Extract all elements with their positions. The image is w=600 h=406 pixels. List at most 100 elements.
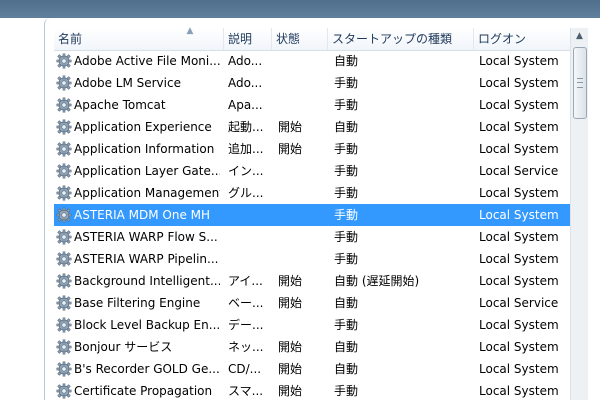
scrollbar-thumb[interactable] xyxy=(573,47,587,119)
service-startup-type: 自動 xyxy=(334,362,359,376)
service-startup-type: 手動 xyxy=(334,164,359,178)
service-status xyxy=(278,160,328,182)
service-description: Ado... xyxy=(228,76,263,90)
service-startup-type: 手動 xyxy=(334,384,359,398)
service-logon: Local System xyxy=(479,230,559,244)
service-row[interactable]: ASTERIA MDM One MH 手動 Local System xyxy=(54,204,570,226)
service-name: ASTERIA MDM One MH xyxy=(74,208,211,222)
service-row[interactable]: Application Experience 起動... 開始 自動 Local Sys… xyxy=(54,116,570,138)
service-logon: Local System xyxy=(479,340,559,354)
service-status: 開始 xyxy=(278,296,303,310)
gear-icon xyxy=(56,207,72,223)
service-row[interactable]: Block Level Backup En... デー... 手動 Local Sys… xyxy=(54,314,570,336)
service-logon: Local System xyxy=(479,208,559,222)
service-logon: Local System xyxy=(479,274,559,288)
gear-icon xyxy=(56,119,72,135)
service-name: Adobe Active File Moni... xyxy=(74,54,220,68)
gear-icon xyxy=(56,251,72,267)
service-logon: Local System xyxy=(479,384,559,398)
service-description: 起動... xyxy=(228,120,264,134)
service-status xyxy=(278,204,328,226)
service-startup-type: 手動 xyxy=(334,318,359,332)
service-name: Certificate Propagation xyxy=(74,384,213,398)
gear-icon xyxy=(56,317,72,333)
service-status xyxy=(278,248,328,270)
service-row[interactable]: B's Recorder GOLD Ge... CD/... 開始 自動 Local S… xyxy=(54,358,570,380)
service-row[interactable]: Bonjour サービス ネッ... 開始 自動 Local System xyxy=(54,336,570,358)
service-name: Background Intelligent... xyxy=(74,274,220,288)
service-row[interactable]: Application Layer Gate... イン... 手動 Local Se… xyxy=(54,160,570,182)
service-logon: Local System xyxy=(479,142,559,156)
service-name: Application Management xyxy=(74,186,220,200)
service-row[interactable]: Application Information 追加... 開始 手動 Local Sy… xyxy=(54,138,570,160)
column-header-name[interactable]: 名前 xyxy=(54,28,224,50)
service-row[interactable]: Certificate Propagation スマ... 開始 手動 Local Sy… xyxy=(54,380,570,402)
sort-ascending-icon: ▲ xyxy=(186,26,194,36)
service-row[interactable]: Base Filtering Engine ベー... 開始 自動 Local Serv… xyxy=(54,292,570,314)
service-logon: Local System xyxy=(479,98,559,112)
service-row[interactable]: Adobe Active File Moni... Ado... 自動 Local S… xyxy=(54,50,570,72)
service-description: Apa... xyxy=(228,98,263,112)
service-logon: Local System xyxy=(479,54,559,68)
gear-icon xyxy=(56,141,72,157)
service-status xyxy=(278,182,328,204)
service-row[interactable]: ASTERIA WARP Flow S... 手動 Local System xyxy=(54,226,570,248)
gear-icon xyxy=(56,185,72,201)
service-description: アイ... xyxy=(228,274,263,288)
service-row[interactable]: Adobe LM Service Ado... 手動 Local System xyxy=(54,72,570,94)
service-description xyxy=(228,226,276,248)
scroll-up-arrow-icon[interactable]: ▲ xyxy=(571,28,588,45)
service-logon: Local System xyxy=(479,318,559,332)
service-description: スマ... xyxy=(228,384,264,398)
service-logon: Local Service xyxy=(479,164,559,178)
service-status xyxy=(278,50,328,72)
service-logon: Local System xyxy=(479,76,559,90)
service-status: 開始 xyxy=(278,362,303,376)
service-name: Apache Tomcat xyxy=(74,98,166,112)
service-status: 開始 xyxy=(278,120,303,134)
window-title-bar-edge xyxy=(0,0,600,18)
service-description: Ado... xyxy=(228,54,263,68)
service-name: Application Experience xyxy=(74,120,212,134)
service-row[interactable]: Apache Tomcat Apa... 手動 Local System xyxy=(54,94,570,116)
column-header-description[interactable]: 説明 xyxy=(224,28,272,50)
service-startup-type: 自動 xyxy=(334,120,359,134)
service-status: 開始 xyxy=(278,274,303,288)
gear-icon xyxy=(56,339,72,355)
service-status xyxy=(278,72,328,94)
vertical-scrollbar[interactable]: ▲ xyxy=(570,28,588,400)
service-logon: Local System xyxy=(479,252,559,266)
service-row[interactable]: Background Intelligent... アイ... 開始 自動 (遅延開始… xyxy=(54,270,570,292)
service-startup-type: 手動 xyxy=(334,98,359,112)
service-name: Adobe LM Service xyxy=(74,76,181,90)
column-header-logon[interactable]: ログオン xyxy=(474,28,570,50)
gear-icon xyxy=(56,75,72,91)
service-startup-type: 手動 xyxy=(334,142,359,156)
service-status: 開始 xyxy=(278,384,303,398)
service-description xyxy=(228,248,276,270)
service-logon: Local System xyxy=(479,120,559,134)
service-status: 開始 xyxy=(278,142,303,156)
service-description xyxy=(228,204,276,226)
service-row[interactable]: ASTERIA WARP Pipelin... 手動 Local System xyxy=(54,248,570,270)
gear-icon xyxy=(56,229,72,245)
gear-icon xyxy=(56,163,72,179)
service-startup-type: 自動 xyxy=(334,296,359,310)
service-description: グル... xyxy=(228,186,264,200)
gear-icon xyxy=(56,97,72,113)
gear-icon xyxy=(56,273,72,289)
gear-icon xyxy=(56,295,72,311)
service-name: Application Layer Gate... xyxy=(74,164,220,178)
service-status xyxy=(278,314,328,336)
service-description: デー... xyxy=(228,318,264,332)
service-logon: Local System xyxy=(479,362,559,376)
service-description: 追加... xyxy=(228,142,264,156)
service-startup-type: 手動 xyxy=(334,208,359,222)
service-name: Bonjour サービス xyxy=(74,340,173,354)
column-header-startup-type[interactable]: スタートアップの種類 xyxy=(328,28,474,50)
column-header-status[interactable]: 状態 xyxy=(272,28,328,50)
service-row[interactable]: Application Management グル... 手動 Local Syste… xyxy=(54,182,570,204)
service-startup-type: 手動 xyxy=(334,252,359,266)
right-edge xyxy=(588,18,600,400)
service-name: ASTERIA WARP Flow S... xyxy=(74,230,218,244)
